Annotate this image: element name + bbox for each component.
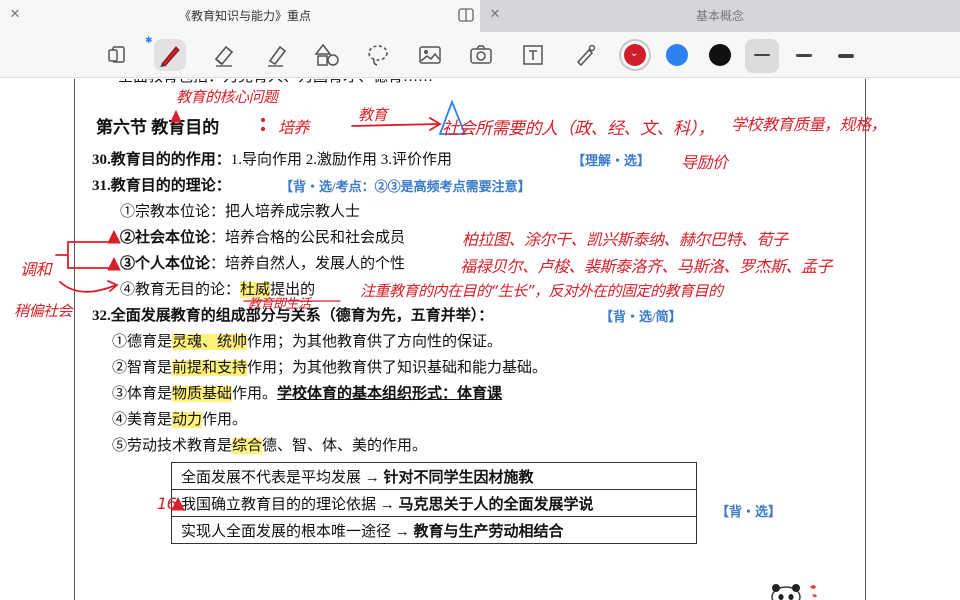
table-row: 我国确立教育目的的理论依据 → 马克思关于人的全面发展学说: [171, 489, 697, 517]
handwritten-guide-motivate: 导励价: [681, 153, 728, 172]
handwritten-purpose-note: 注重教育的内在目的“生长”，反对外在的固定的教育目的: [360, 282, 723, 300]
summary-table: 全面发展不代表是平均发展 → 针对不同学生因材施教 我国确立教育目的的理论依据 …: [171, 462, 697, 544]
tab-title: 《教育知识与能力》重点: [179, 9, 312, 23]
lasso-tool[interactable]: [362, 39, 394, 71]
handwritten-dewey-note: 教育即生活: [248, 297, 311, 312]
page-view-icon[interactable]: [101, 39, 133, 71]
table-row: 实现人全面发展的根本唯一途径 → 教育与生产劳动相结合: [171, 516, 697, 544]
text-tool[interactable]: [517, 39, 549, 71]
stroke-thick-button[interactable]: [829, 39, 863, 73]
tab-bar: ✕ 《教育知识与能力》重点 ✕ 基本概念: [0, 0, 960, 32]
pen-icon: [160, 46, 180, 67]
close-tab-icon[interactable]: ✕: [488, 8, 502, 22]
part-intellectual: ②智育是前提和支持作用；为其他教育供了知识基础和能力基础。: [112, 360, 548, 376]
theory-society: ②社会本位论：培养合格的公民和社会成员: [120, 230, 406, 246]
handwritten-to-raise: 培养: [278, 118, 310, 137]
tab-jiben-gainian[interactable]: ✕ 基本概念: [480, 0, 960, 32]
panda-sticker-icon: [771, 584, 817, 600]
split-view-icon[interactable]: [458, 8, 474, 22]
lasso-icon: [368, 45, 388, 66]
color-blue-swatch[interactable]: [666, 44, 688, 66]
selected-check-icon: ⌄: [630, 48, 639, 59]
handwritten-16: 16: [157, 494, 177, 513]
pe-class-note: 学校体育的基本组织形式：体育课: [277, 386, 503, 402]
stroke-medium-button[interactable]: [787, 39, 821, 73]
tab-title: 基本概念: [696, 9, 745, 23]
eraser-tool[interactable]: [208, 39, 240, 71]
color-black-swatch[interactable]: [709, 44, 731, 66]
part-moral: ①德育是灵魂、统帅作用；为其他教育供了方向性的保证。: [112, 334, 503, 350]
part-aesthetic: ④美育是动力作用。: [112, 412, 248, 428]
bluetooth-icon: ✱: [145, 36, 153, 46]
shapes-icon: [314, 43, 339, 66]
tab-jiaoyu-zhishi[interactable]: ✕ 《教育知识与能力》重点: [0, 0, 480, 32]
table-row: 全面发展不代表是平均发展 → 针对不同学生因材施教: [171, 462, 697, 490]
color-red-swatch[interactable]: ⌄: [624, 44, 646, 66]
camera-icon: [470, 45, 492, 64]
laser-pointer-icon: [576, 44, 596, 67]
shapes-tool[interactable]: [311, 39, 343, 71]
item-30-text: 1.导向作用 2.激励作用 3.评价作用: [230, 152, 453, 168]
handwritten-social-representatives: 柏拉图、涂尔干、凯兴斯泰纳、赫尔巴特、荀子: [462, 230, 788, 249]
table-tag: 【背・选】: [716, 504, 782, 519]
theory-religion: ①宗教本位论：把人培养成宗教人士: [120, 204, 361, 220]
item-30-tag: 【理解・选】: [572, 153, 651, 168]
theory-individual: ③个人本位论：培养自然人，发展人的个性: [120, 256, 406, 272]
handwritten-reconcile: 调和: [20, 260, 52, 279]
section-title: 第六节 教育目的: [96, 118, 220, 137]
handwritten-education: 教育: [358, 106, 388, 124]
highlighter-tool[interactable]: [260, 39, 292, 71]
handwritten-core-question: 教育的核心问题: [176, 88, 278, 106]
item-31-label: 31.教育目的的理论：: [92, 178, 231, 194]
page-edge: [74, 79, 75, 600]
camera-tool[interactable]: [465, 39, 497, 71]
part-physical: ③体育是物质基础作用。学校体育的基本组织形式：体育课: [112, 386, 503, 402]
close-tab-icon[interactable]: ✕: [8, 8, 22, 22]
image-tool[interactable]: [414, 39, 446, 71]
annotation-toolbar: ✱ ⌄: [0, 32, 960, 78]
pen-tool[interactable]: [154, 39, 186, 71]
handwritten-school-quality: 学校教育质量，规格，: [731, 115, 887, 134]
image-icon: [419, 46, 441, 64]
text-box-icon: [523, 45, 543, 65]
highlighter-icon: [268, 45, 287, 67]
item-30-label: 30.教育目的的作用：: [92, 152, 231, 168]
handwritten-lean-society: 稍偏社会: [14, 302, 73, 320]
stroke-thin-button[interactable]: [745, 39, 779, 73]
item-31-tag: 【背・选/考点：②③是高频考点需要注意】: [280, 179, 531, 194]
part-labor: ⑤劳动技术教育是综合德、智、体、美的作用。: [112, 438, 428, 454]
handwritten-individual-representatives: 福禄贝尔、卢梭、裴斯泰洛齐、马斯洛、罗杰斯、孟子: [460, 257, 833, 276]
page-edge: [865, 79, 866, 600]
handwritten-society-needs: 社会所需要的人（政、经、文、科），: [442, 119, 715, 139]
laser-pointer-tool[interactable]: [569, 39, 601, 71]
item-30: 30.教育目的的作用：1.导向作用 2.激励作用 3.评价作用: [92, 150, 452, 170]
eraser-icon: [214, 45, 234, 67]
item-32-tag: 【背・选/简】: [600, 309, 682, 324]
